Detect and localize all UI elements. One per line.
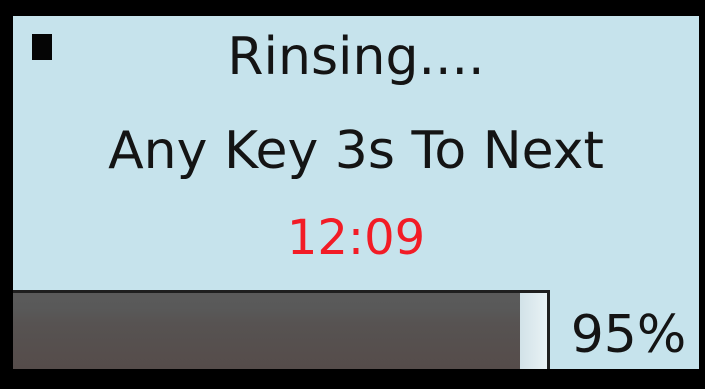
status-screen: Rinsing.... Any Key 3s To Next 12:09 95% (13, 16, 699, 369)
progress-bar-remaining (520, 293, 547, 369)
status-message: Rinsing.... (227, 27, 485, 87)
progress-percent: 95% (570, 305, 687, 365)
instruction-text: Any Key 3s To Next (108, 121, 604, 181)
progress-bar-fill (13, 293, 521, 369)
progress-bar (13, 290, 550, 369)
display-frame: Rinsing.... Any Key 3s To Next 12:09 95% (0, 0, 705, 389)
countdown-timer: 12:09 (286, 210, 426, 266)
